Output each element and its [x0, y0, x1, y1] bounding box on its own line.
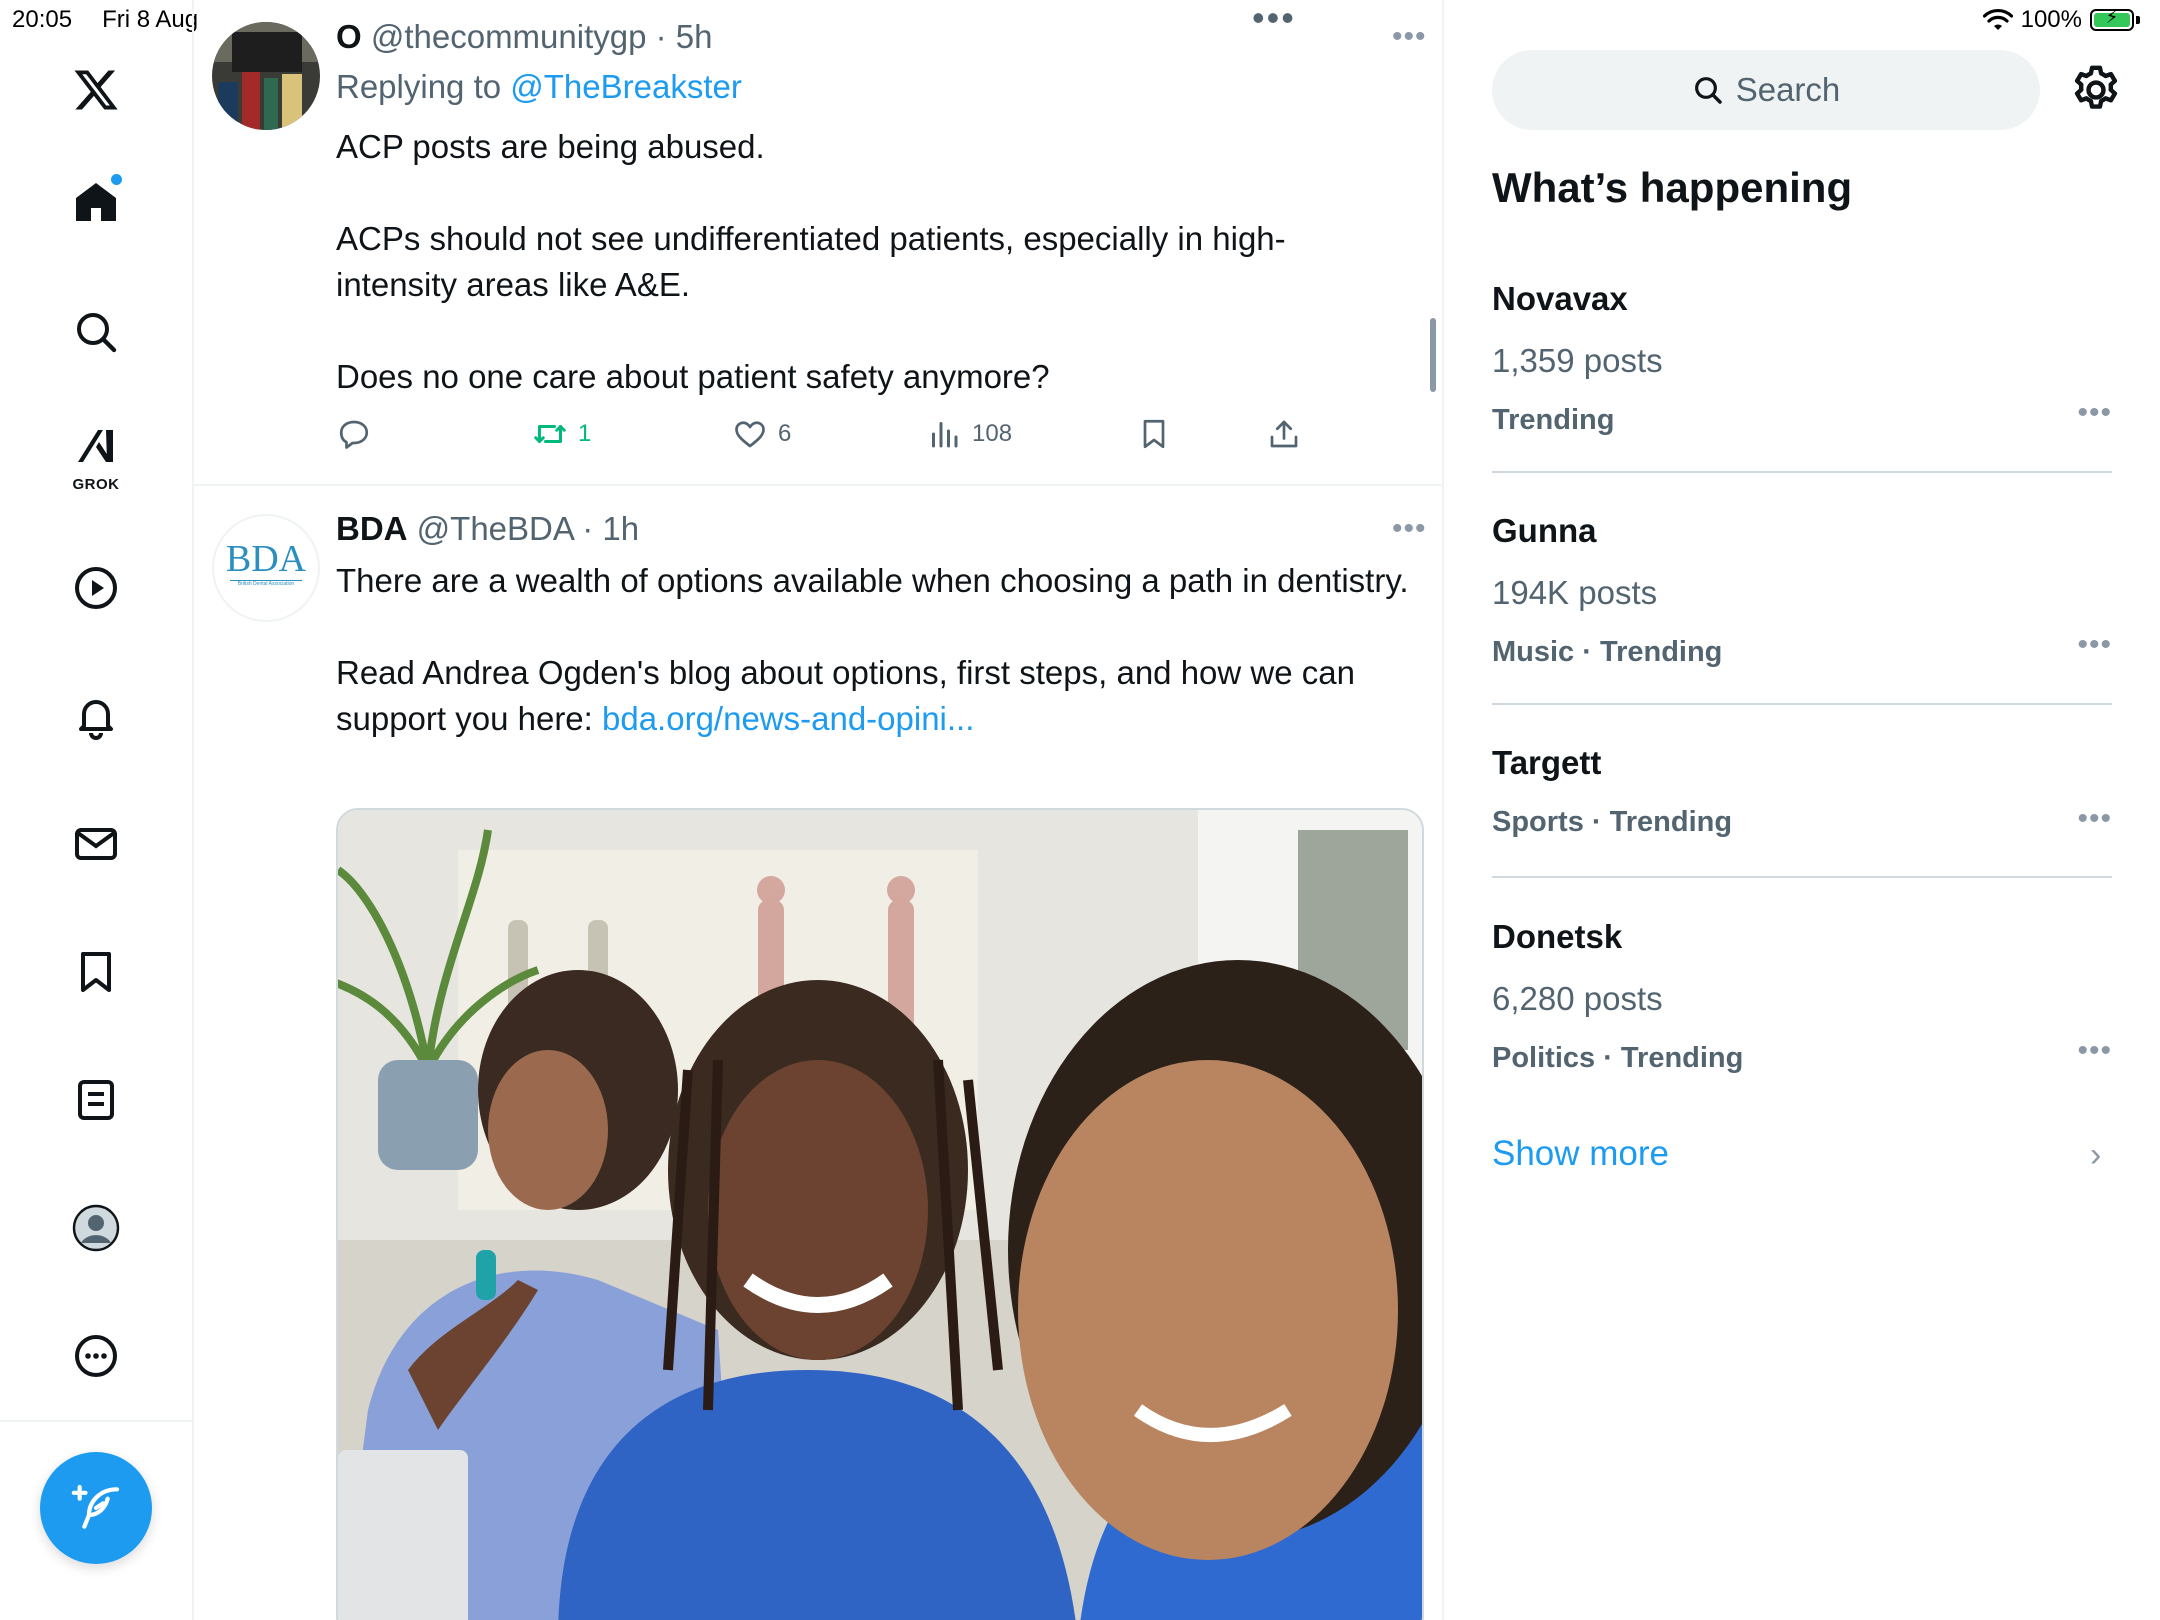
tweet-divider — [194, 484, 1442, 486]
repost-icon — [534, 425, 566, 443]
reply-button[interactable] — [336, 416, 382, 452]
heart-icon — [735, 421, 765, 448]
trend-name: Targett — [1492, 744, 1602, 781]
trend-more-icon[interactable]: ••• — [2077, 802, 2112, 836]
share-icon — [1270, 420, 1298, 448]
show-more-link[interactable]: Show more — [1492, 1134, 1669, 1174]
views-chart-icon — [932, 422, 958, 448]
bell-icon[interactable] — [56, 676, 136, 756]
trend-more-icon[interactable]: ••• — [2077, 628, 2112, 662]
left-navigation: GROK — [0, 0, 194, 1620]
trend-category: Music · Trending — [1492, 636, 1723, 668]
tweet-text: There are a wealth of options available … — [336, 558, 1416, 742]
trend-item[interactable]: Gunna 194K posts Music · Trending ••• — [1492, 512, 2112, 669]
trend-category: Politics · Trending — [1492, 1042, 1744, 1074]
lists-icon[interactable] — [56, 1060, 136, 1140]
repost-button[interactable]: 1 — [532, 416, 591, 452]
status-bar-right: 100% ⚡ — [1982, 6, 2140, 34]
trend-name: Novavax — [1492, 280, 1628, 317]
repost-count: 1 — [578, 420, 592, 447]
trend-item[interactable]: Donetsk 6,280 posts Politics · Trending … — [1492, 918, 2112, 1075]
search-icon — [1694, 77, 1722, 104]
trend-item[interactable]: Novavax 1,359 posts Trending ••• — [1492, 280, 2112, 437]
bookmark-icon[interactable] — [56, 932, 136, 1012]
trend-item[interactable]: Targett Sports · Trending ••• — [1492, 744, 2112, 839]
x-logo-icon[interactable] — [56, 50, 136, 130]
compose-feather-icon — [71, 1484, 120, 1529]
trend-divider — [1492, 703, 2112, 705]
author-name[interactable]: O — [336, 18, 362, 55]
search-input[interactable]: Search — [1492, 50, 2040, 130]
search-placeholder: Search — [1735, 71, 1841, 108]
main-feed[interactable]: ••• O @thecommunitygp · 5h ••• Replying … — [194, 0, 1444, 1620]
trend-more-icon[interactable]: ••• — [2077, 396, 2112, 430]
tweet-avatar[interactable]: BDA British Dental Association — [212, 514, 320, 622]
trend-count: 194K posts — [1492, 574, 1658, 611]
tweet-time[interactable]: 1h — [602, 510, 639, 547]
tweet-more-icon[interactable]: ••• — [1392, 512, 1427, 546]
tweet-media-image[interactable] — [336, 808, 1424, 1620]
replying-to-link[interactable]: @TheBreakster — [510, 68, 742, 105]
views-button[interactable]: 108 — [926, 416, 1012, 452]
tweet-time[interactable]: 5h — [676, 18, 713, 55]
trend-count: 6,280 posts — [1492, 980, 1663, 1017]
like-count: 6 — [778, 420, 792, 447]
video-icon[interactable] — [56, 548, 136, 628]
trend-divider — [1492, 471, 2112, 473]
trend-divider — [1492, 876, 2112, 878]
battery-icon: ⚡ — [2090, 7, 2134, 31]
more-circle-icon[interactable] — [56, 1316, 136, 1396]
settings-gear-icon[interactable] — [2068, 62, 2124, 118]
tweet-header: O @thecommunitygp · 5h — [336, 18, 713, 55]
tweet-link[interactable]: bda.org/news-and-opini... — [602, 700, 974, 737]
bookmark-button[interactable] — [1136, 416, 1172, 452]
battery-percent: 100% — [2020, 6, 2082, 33]
author-handle[interactable]: @TheBDA — [417, 510, 573, 547]
tweet-avatar[interactable] — [212, 22, 320, 130]
whats-happening-title: What’s happening — [1492, 164, 1853, 211]
trend-category: Trending — [1492, 404, 1615, 436]
wifi-icon — [1982, 9, 2013, 30]
search-icon[interactable] — [56, 292, 136, 372]
grok-icon[interactable]: GROK — [56, 414, 136, 494]
trend-category: Sports · Trending — [1492, 806, 1733, 838]
home-icon[interactable] — [56, 162, 136, 242]
mail-icon[interactable] — [56, 804, 136, 884]
grok-label: GROK — [72, 476, 120, 493]
bda-logo-text: BDA — [225, 538, 307, 580]
more-options-icon[interactable]: ••• — [1252, 0, 1296, 36]
author-name[interactable]: BDA — [336, 510, 408, 547]
notification-dot — [111, 174, 122, 185]
compose-button[interactable] — [40, 1452, 152, 1564]
author-handle[interactable]: @thecommunitygp — [371, 18, 647, 55]
profile-avatar-icon[interactable] — [56, 1188, 136, 1268]
share-button[interactable] — [1266, 416, 1302, 452]
trend-count: 1,359 posts — [1492, 342, 1663, 379]
trend-name: Gunna — [1492, 512, 1597, 549]
bookmark-icon — [1143, 419, 1165, 449]
reply-icon — [339, 420, 369, 449]
chevron-right-icon[interactable]: › — [2090, 1136, 2101, 1175]
tweet-text: ACP posts are being abused. ACPs should … — [336, 128, 1286, 395]
bda-logo-subtext: British Dental Association — [230, 580, 302, 587]
like-button[interactable]: 6 — [732, 416, 791, 452]
tweet-more-icon[interactable]: ••• — [1392, 20, 1427, 54]
trend-name: Donetsk — [1492, 918, 1623, 955]
feed-scrollbar[interactable] — [1430, 318, 1436, 392]
views-count: 108 — [972, 420, 1013, 447]
tweet-actions: 1 6 108 — [336, 416, 1316, 456]
replying-to: Replying to @TheBreakster — [336, 68, 742, 106]
replying-to-prefix: Replying to — [336, 68, 511, 105]
nav-divider — [0, 1420, 192, 1422]
tweet-header: BDA @TheBDA · 1h — [336, 510, 640, 547]
trend-more-icon[interactable]: ••• — [2077, 1034, 2112, 1068]
